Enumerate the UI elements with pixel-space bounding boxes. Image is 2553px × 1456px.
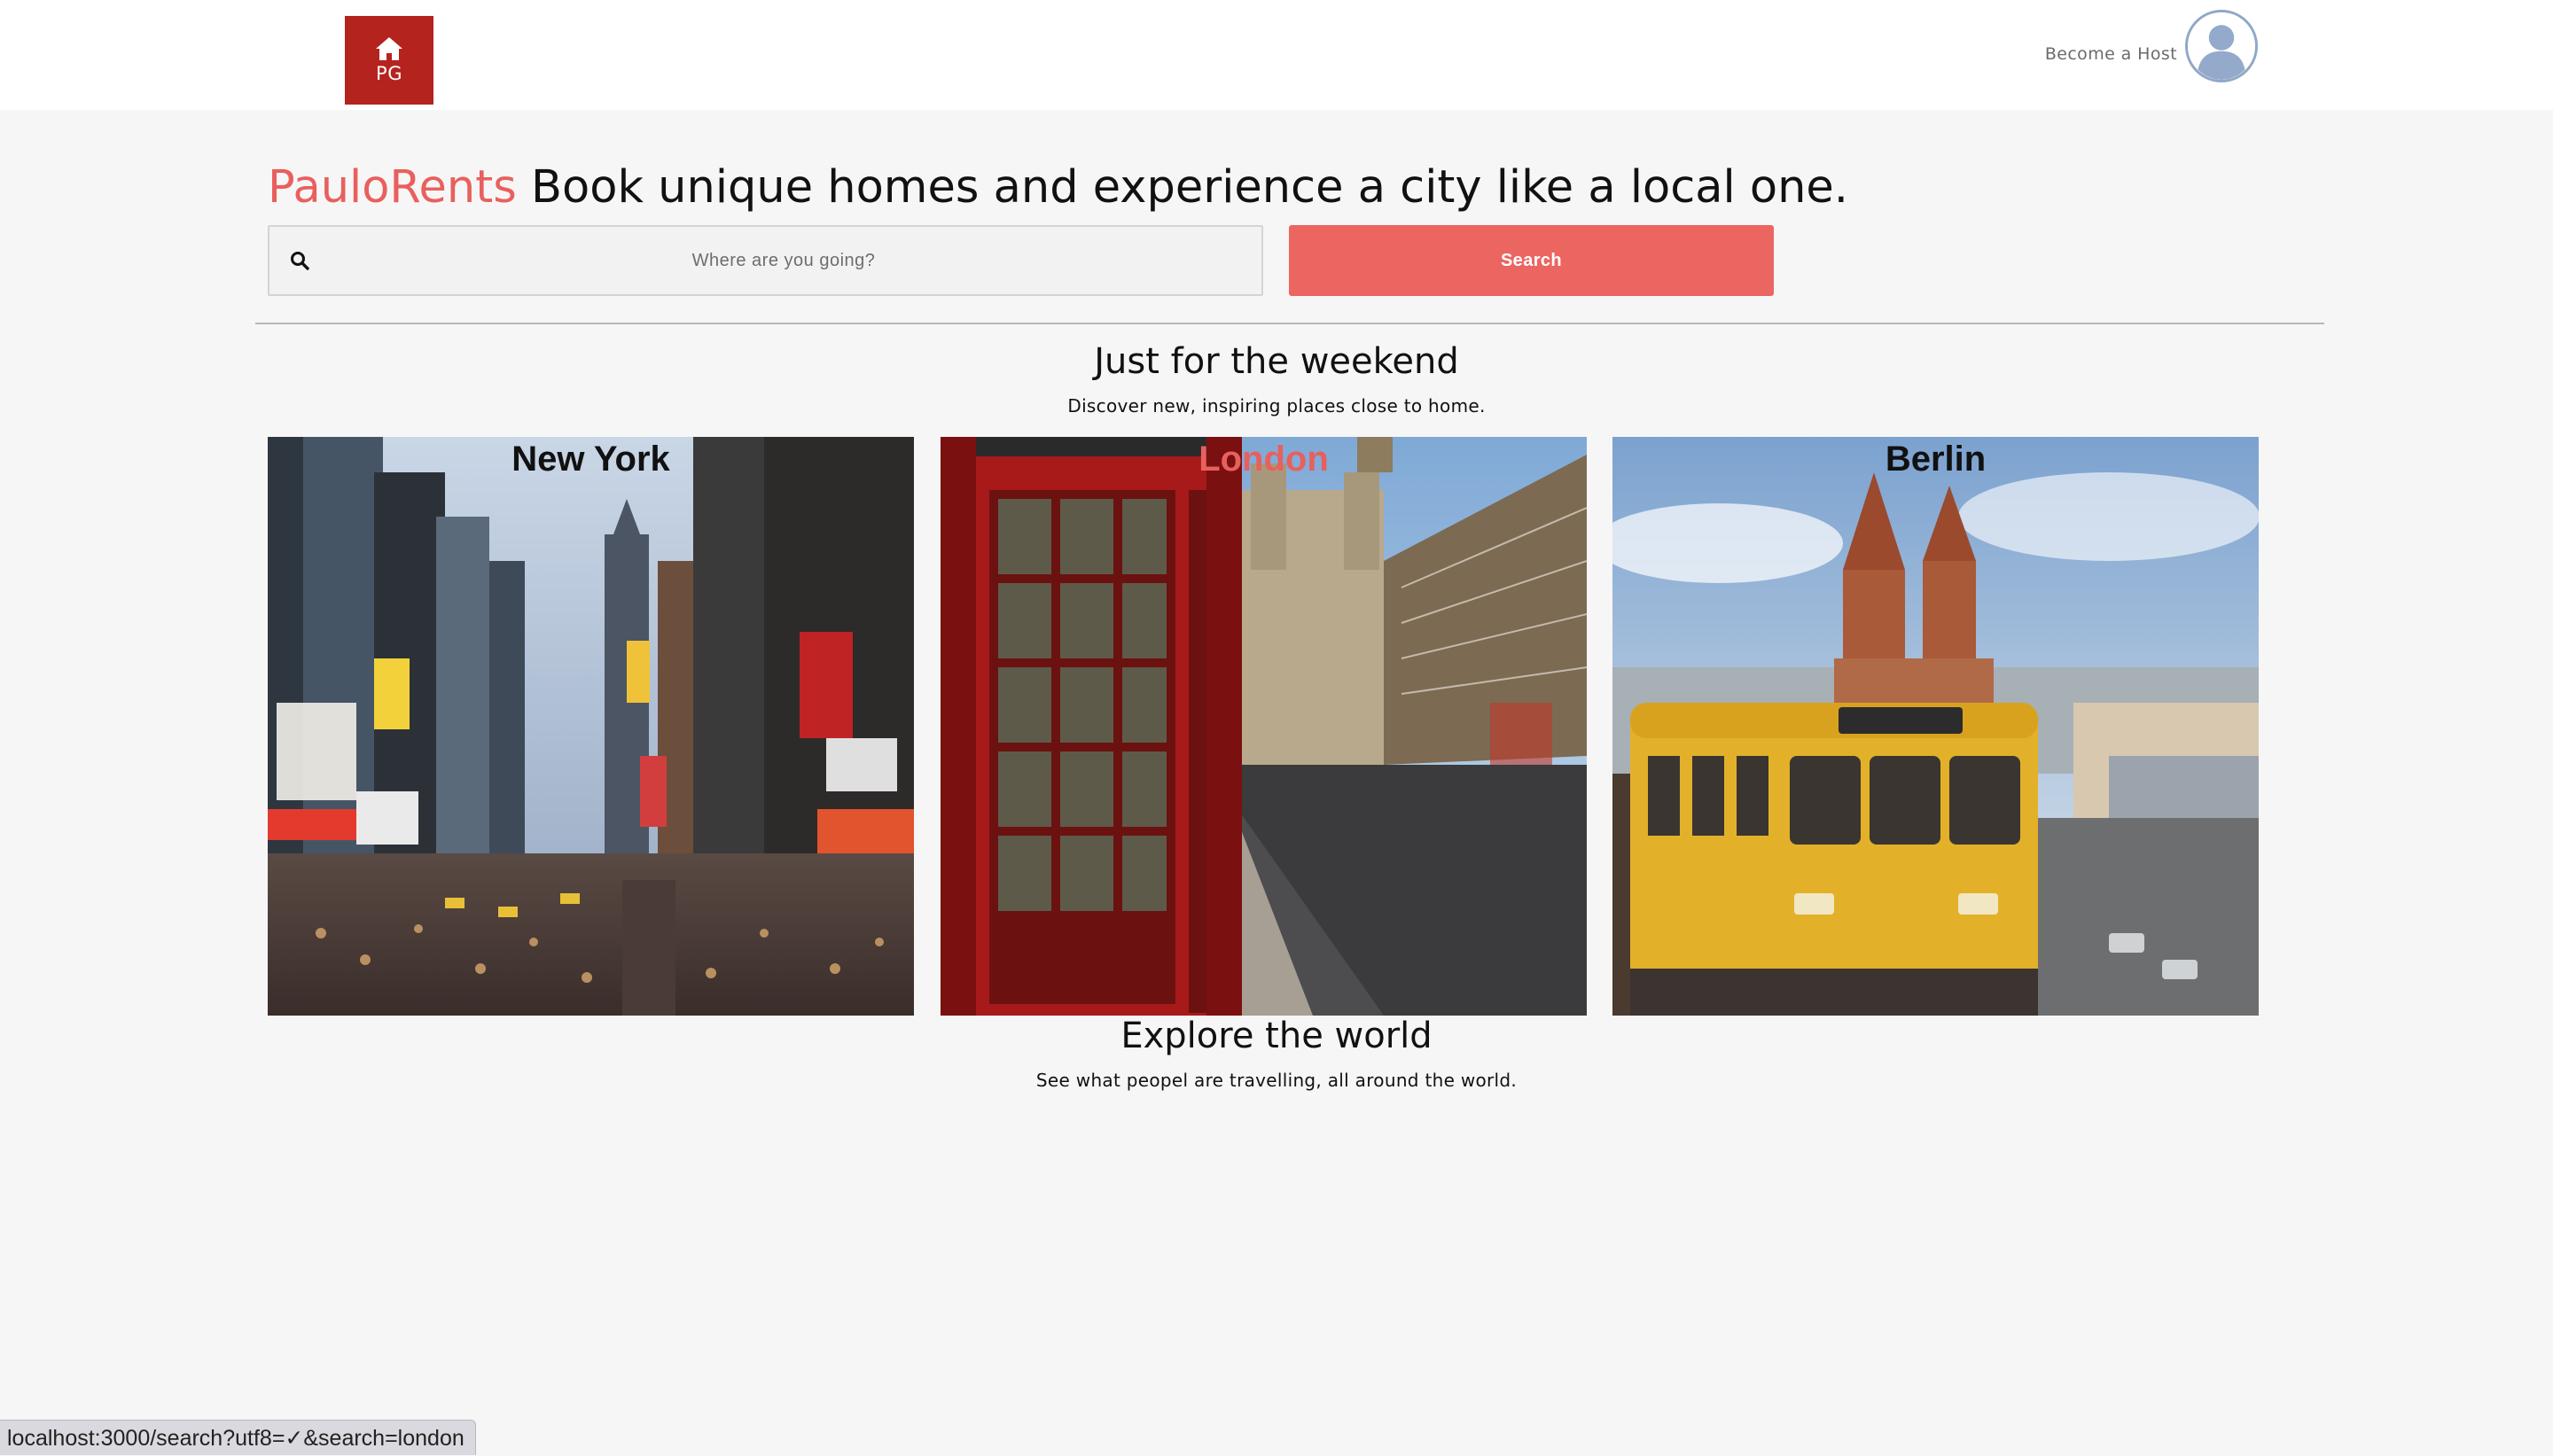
weekend-section-subtitle: Discover new, inspiring places close to … — [1067, 395, 1486, 417]
logo-text: PG — [376, 63, 402, 84]
user-avatar[interactable] — [2185, 10, 2258, 82]
explore-section-title: Explore the world — [1120, 1016, 1433, 1056]
hero-tagline: Book unique homes and experience a city … — [531, 161, 1849, 214]
new-york-photo — [268, 437, 914, 1016]
top-navbar: PG Become a Host — [0, 0, 2553, 110]
weekend-section-title: Just for the weekend — [1094, 341, 1459, 382]
city-name-new-york: New York — [511, 440, 670, 479]
city-card-london[interactable]: London — [941, 437, 1587, 1016]
search-button[interactable]: Search — [1289, 225, 1774, 296]
london-photo — [941, 437, 1587, 1016]
link-status-bar: localhost:3000/search?utf8=✓&search=lond… — [0, 1420, 476, 1455]
search-input[interactable] — [323, 227, 1245, 294]
berlin-photo — [1612, 437, 2259, 1016]
home-icon — [376, 37, 402, 60]
brand-name: PauloRents — [268, 161, 517, 214]
explore-section-subtitle: See what peopel are travelling, all arou… — [1035, 1070, 1518, 1091]
become-host-link[interactable]: Become a Host — [2045, 44, 2177, 64]
city-name-berlin: Berlin — [1885, 440, 1987, 479]
city-card-new-york[interactable]: New York — [268, 437, 914, 1016]
city-card-berlin[interactable]: Berlin — [1612, 437, 2259, 1016]
search-box — [268, 225, 1263, 296]
hero-heading: PauloRents Book unique homes and experie… — [268, 160, 1848, 216]
section-divider — [255, 323, 2324, 324]
user-avatar-icon — [2188, 12, 2255, 80]
city-name-london: London — [1198, 440, 1329, 479]
search-icon — [291, 252, 309, 270]
site-logo[interactable]: PG — [345, 16, 433, 105]
